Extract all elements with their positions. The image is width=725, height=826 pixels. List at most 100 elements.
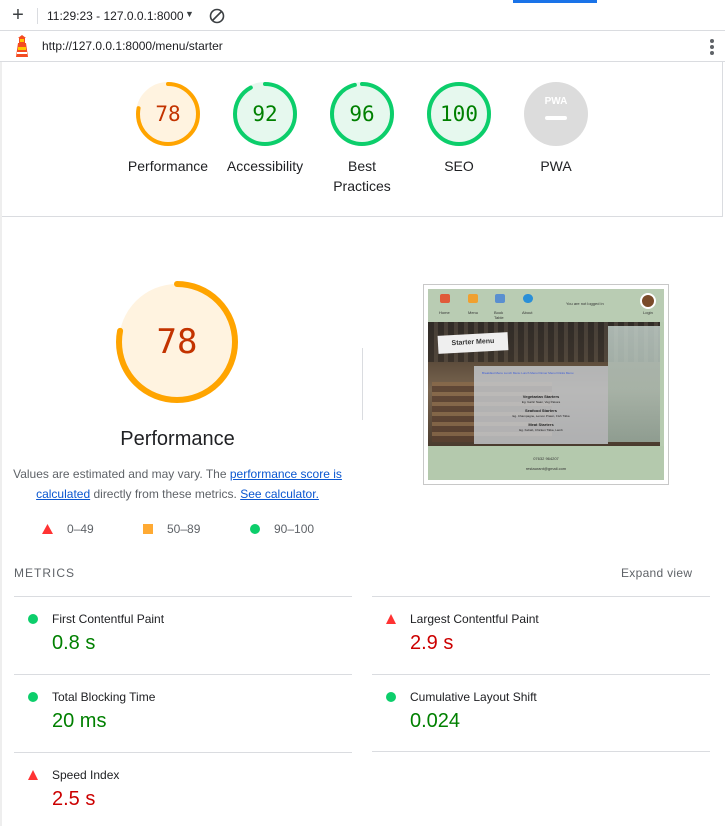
active-tab-indicator [513,0,597,3]
toolbar-divider [37,8,38,24]
note-text: Values are estimated and may vary. The [13,467,230,481]
expand-view-toggle[interactable]: Expand view [621,566,692,580]
metric-total-blocking-time: Total Blocking Time 20 ms [14,674,352,752]
thumb-menu-line: Eg. Champagne, Lemon Prawn, Fish Tikka [512,414,570,418]
pwa-badge: PWA [545,96,568,107]
home-icon [440,294,450,303]
circle-icon [250,524,260,534]
score-gauge: 78 [136,82,200,146]
thumb-menu-line: Eg. Kebab, Chicken Tikka, Lamb [519,428,563,432]
metric-name: First Contentful Paint [52,612,165,626]
final-screenshot[interactable]: Home Menu Book Table About You are not l… [423,284,669,485]
category-label: PWA [540,158,572,174]
metric-name: Total Blocking Time [52,690,156,704]
legend-item-pass: 90–100 [250,522,314,536]
na-dash [545,116,567,120]
block-icon[interactable] [209,8,225,24]
thumb-menu-line: Vegetarian Starters [522,394,560,399]
pass-circle-icon [386,692,396,702]
legend-item-average: 50–89 [143,522,200,536]
legend-range: 0–49 [67,522,94,536]
thumb-footer: 07632 964207 restaurant@gmail.com [428,446,664,480]
thumb-menu-card: Breakfast Menu Lunch Menu Lunch Menu Din… [474,366,608,444]
caret-down-icon[interactable]: ▼ [185,9,194,19]
metric-name: Speed Index [52,768,120,782]
note-text: directly from these metrics. [90,487,241,501]
avatar [640,293,656,309]
category-score: 78 [155,102,180,126]
category-label: SEO [444,158,474,174]
score-legend: 0–49 50–89 90–100 [0,520,355,540]
thumb-navbar: Home Menu Book Table About You are not l… [428,289,664,322]
metric-first-contentful-paint: First Contentful Paint 0.8 s [14,596,352,674]
section-divider [2,216,722,217]
thumb-menu-line: Meat Starters [528,422,554,427]
metric-name: Largest Contentful Paint [410,612,539,626]
audited-url[interactable]: http://127.0.0.1:8000/menu/starter [42,39,223,53]
menu-icon [468,294,478,303]
thumb-nav-label: About [522,310,533,315]
score-gauge: 100 [427,82,491,146]
category-label: Accessibility [226,158,304,174]
score-gauge: 92 [233,82,297,146]
metric-value: 2.5 s [52,788,96,810]
frame-edge [722,62,723,217]
thumb-footer-line: restaurant@gmail.com [525,466,567,471]
thumb-hero-photo: Starter Menu Breakfast Menu Lunch Menu L… [428,322,660,446]
performance-gauge-large[interactable]: 78 [113,278,241,406]
legend-range: 50–89 [167,522,201,536]
category-gauge-accessibility[interactable]: 92 Accessibility [215,80,315,176]
thumb-nav-label: Home [439,310,450,315]
square-icon [143,524,153,534]
plus-icon[interactable]: + [8,5,28,26]
category-gauge-pwa[interactable]: PWA PWA [506,80,606,176]
score-gauge: PWA [524,82,588,146]
lighthouse-icon [16,35,28,57]
category-gauge-seo[interactable]: 100 SEO [409,80,509,176]
metric-value: 2.9 s [410,632,454,654]
metric-largest-contentful-paint: Largest Contentful Paint 2.9 s [372,596,710,674]
pass-circle-icon [28,692,38,702]
metric-divider [372,751,710,752]
performance-note: Values are estimated and may vary. The p… [12,464,343,504]
metric-name: Cumulative Layout Shift [410,690,537,704]
thumb-page-badge: Starter Menu [437,332,509,354]
pass-circle-icon [28,614,38,624]
category-gauge-best-practices[interactable]: 96 Best Practices [312,80,412,196]
fail-triangle-icon [386,614,396,624]
table-icon [495,294,505,303]
category-score: 96 [349,102,374,126]
triangle-icon [42,524,53,534]
thumb-nav-label: Book Table [494,310,504,320]
category-label: Performance [127,158,209,174]
category-score: 92 [252,102,277,126]
metric-cumulative-layout-shift: Cumulative Layout Shift 0.024 [372,674,710,752]
report-url-bar: http://127.0.0.1:8000/menu/starter [0,31,725,62]
metric-value: 0.024 [410,710,461,732]
metric-speed-index: Speed Index 2.5 s [14,752,352,826]
category-score: 100 [440,102,478,126]
category-label: Best Practices [333,158,391,194]
category-gauge-performance[interactable]: 78 Performance [118,80,218,176]
screenshot-image: Home Menu Book Table About You are not l… [428,289,664,480]
thumb-menu-links: Breakfast Menu Lunch Menu Lunch Menu Din… [482,371,574,375]
legend-range: 90–100 [274,522,315,536]
see-calculator-link[interactable]: See calculator. [240,487,319,501]
score-gauge: 96 [330,82,394,146]
metrics-heading: METRICS [14,566,75,580]
metric-value: 0.8 s [52,632,96,654]
thumb-menu-line: Seafood Starters [524,408,557,413]
thumb-login-label: Login [643,310,653,315]
legend-item-fail: 0–49 [42,522,94,536]
report-selector[interactable]: 11:29:23 - 127.0.0.1:8000 [47,9,184,23]
thumb-nav-label: Menu [468,310,479,315]
devtools-toolbar: + 11:29:23 - 127.0.0.1:8000 ▼ [0,0,725,31]
info-icon [523,294,533,303]
kebab-menu-icon[interactable] [706,37,718,57]
metric-value: 20 ms [52,710,107,732]
fail-triangle-icon [28,770,38,780]
vertical-divider [362,348,363,420]
thumb-footer-line: 07632 964207 [533,456,559,461]
performance-title: Performance [120,428,235,450]
performance-score-large: 78 [157,322,198,362]
